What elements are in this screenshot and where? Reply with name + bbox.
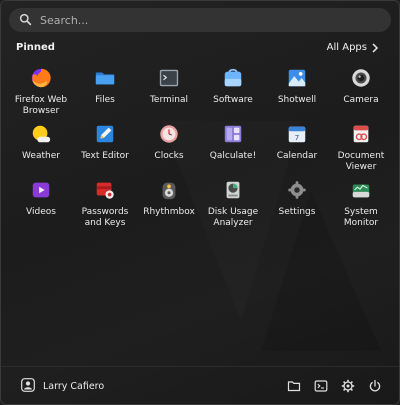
app-label: Clocks (154, 151, 184, 161)
app-terminal[interactable]: Terminal (137, 65, 201, 121)
settings-button[interactable] (341, 378, 355, 393)
disk-usage-icon (222, 179, 244, 201)
shotwell-icon (286, 67, 308, 89)
app-label: Passwords and Keys (81, 207, 129, 228)
app-disk-usage-analyzer[interactable]: Disk Usage Analyzer (201, 177, 265, 233)
app-label: Software (213, 95, 253, 105)
app-label: Rhythmbox (143, 207, 195, 217)
all-apps-button[interactable]: All Apps (327, 42, 379, 53)
app-settings[interactable]: Settings (265, 177, 329, 233)
app-firefox[interactable]: Firefox Web Browser (9, 65, 73, 121)
folder-icon (94, 67, 116, 89)
app-label: Settings (278, 207, 316, 217)
app-label: System Monitor (343, 207, 379, 228)
app-camera[interactable]: Camera (329, 65, 393, 121)
app-label: Calendar (276, 151, 318, 161)
calendar-icon: 7 (286, 123, 308, 145)
document-viewer-icon (350, 123, 372, 145)
app-shotwell[interactable]: Shotwell (265, 65, 329, 121)
app-text-editor[interactable]: Text Editor (73, 121, 137, 177)
app-label: Camera (343, 95, 379, 105)
app-videos[interactable]: Videos (9, 177, 73, 233)
terminal-icon (158, 67, 180, 89)
videos-icon (30, 179, 52, 201)
search-icon (19, 11, 32, 30)
app-weather[interactable]: Weather (9, 121, 73, 177)
footer-divider (1, 366, 399, 367)
calculator-icon (222, 123, 244, 145)
folder-outline-icon (287, 381, 301, 392)
all-apps-label: All Apps (326, 42, 367, 53)
text-editor-icon (94, 123, 116, 145)
search-input[interactable] (38, 12, 382, 28)
terminal-button[interactable] (314, 378, 328, 392)
software-store-icon (222, 67, 244, 89)
camera-icon (350, 67, 372, 89)
rhythmbox-icon (158, 179, 180, 201)
system-monitor-icon (350, 179, 372, 201)
user-avatar-icon (21, 377, 35, 396)
settings-icon (341, 379, 355, 393)
file-manager-button[interactable] (287, 378, 301, 392)
app-launcher-panel: Pinned All Apps Firefox Web Browser File… (0, 0, 400, 405)
pinned-section-title: Pinned (16, 42, 55, 53)
weather-icon (30, 123, 52, 145)
app-label: Document Viewer (337, 151, 385, 172)
app-label: Videos (26, 207, 56, 217)
app-system-monitor[interactable]: System Monitor (329, 177, 393, 233)
clock-icon (158, 123, 180, 145)
power-button[interactable] (368, 378, 382, 392)
firefox-icon (30, 67, 52, 89)
search-bar[interactable] (9, 8, 391, 32)
app-label: Shotwell (277, 95, 317, 105)
app-calendar[interactable]: 7 Calendar (265, 121, 329, 177)
passwords-keys-icon (94, 179, 116, 201)
app-label: Terminal (149, 95, 189, 105)
app-label: Disk Usage Analyzer (207, 207, 259, 228)
user-name: Larry Cafiero (43, 381, 105, 392)
app-rhythmbox[interactable]: Rhythmbox (137, 177, 201, 233)
calendar-day-number: 7 (295, 133, 300, 142)
settings-gear-icon (286, 179, 308, 201)
power-icon (369, 379, 381, 392)
user-account-button[interactable]: Larry Cafiero (21, 377, 104, 396)
app-software[interactable]: Software (201, 65, 265, 121)
app-document-viewer[interactable]: Document Viewer (329, 121, 393, 177)
app-files[interactable]: Files (73, 65, 137, 121)
app-label: Firefox Web Browser (14, 95, 68, 116)
app-label: Text Editor (81, 151, 129, 161)
app-clocks[interactable]: Clocks (137, 121, 201, 177)
app-qalculate[interactable]: Qalculate! (201, 121, 265, 177)
app-passwords-keys[interactable]: Passwords and Keys (73, 177, 137, 233)
chevron-right-icon (372, 42, 379, 53)
pinned-apps-grid: Firefox Web Browser Files Terminal Softw… (9, 65, 393, 233)
app-label: Files (95, 95, 115, 105)
app-label: Qalculate! (209, 151, 257, 161)
terminal-outline-icon (314, 380, 328, 392)
app-label: Weather (22, 151, 60, 161)
